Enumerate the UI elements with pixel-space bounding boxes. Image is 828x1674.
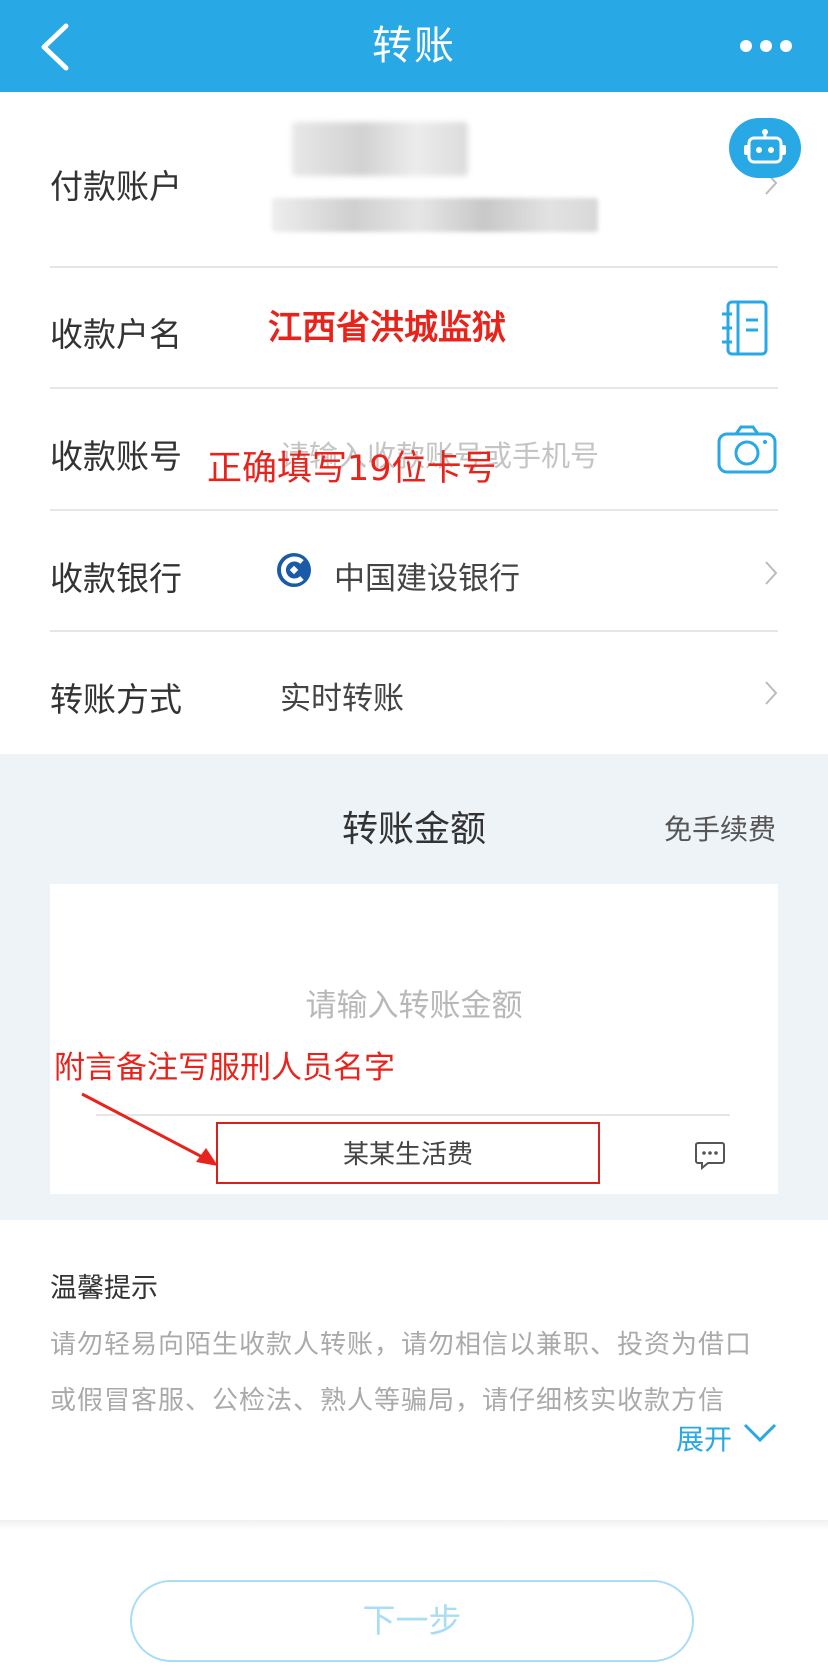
- tips-line-1: 请勿轻易向陌生收款人转账，请勿相信以兼职、投资为借口: [50, 1330, 753, 1360]
- chevron-down-icon[interactable]: [742, 1422, 778, 1444]
- divider: [50, 266, 778, 268]
- blurred-account-name: [292, 122, 468, 176]
- blurred-account-number: [272, 198, 598, 232]
- robot-assistant-icon[interactable]: [729, 118, 801, 178]
- divider: [50, 509, 778, 511]
- transfer-method-value[interactable]: 实时转账: [280, 673, 404, 718]
- chevron-right-icon: [765, 681, 778, 705]
- footer-shadow: [0, 1520, 828, 1530]
- transfer-method-label: 转账方式: [50, 680, 182, 719]
- expand-link[interactable]: 展开: [676, 1418, 732, 1458]
- annotation-arrow: [81, 1092, 218, 1166]
- payee-bank-label: 收款银行: [50, 559, 182, 598]
- chevron-right-icon: [765, 561, 778, 585]
- transfer-method-row[interactable]: 转账方式: [50, 673, 778, 723]
- tips-title: 温馨提示: [50, 1273, 158, 1304]
- page-title: 转账: [372, 23, 456, 69]
- fee-label: 免手续费: [663, 813, 776, 846]
- bank-value[interactable]: 中国建设银行: [334, 553, 520, 598]
- payee-name-label: 收款户名: [50, 315, 182, 354]
- note-input[interactable]: 某某生活费: [216, 1134, 600, 1171]
- amount-input[interactable]: 请输入转账金额: [0, 980, 828, 1025]
- next-step-button[interactable]: 下一步: [130, 1580, 694, 1662]
- annotation-note-hint: 附言备注写服刑人员名字: [54, 1050, 395, 1086]
- more-dots-icon[interactable]: [738, 36, 794, 56]
- payer-account-label: 付款账户: [50, 167, 182, 206]
- annotation-account-hint: 正确填写19位卡号: [207, 449, 497, 489]
- divider: [50, 387, 778, 389]
- camera-icon[interactable]: [716, 424, 778, 476]
- tips-line-2: 或假冒客服、公检法、熟人等骗局，请仔细核实收款方信: [50, 1386, 726, 1416]
- payee-name-value[interactable]: 江西省洪城监狱: [268, 300, 506, 349]
- payee-account-label: 收款账号: [50, 437, 182, 476]
- divider: [50, 630, 778, 632]
- top-bar: 转账: [0, 0, 828, 92]
- contacts-book-icon[interactable]: [720, 298, 772, 358]
- message-icon[interactable]: [694, 1140, 726, 1170]
- ccb-bank-logo-icon: [277, 553, 311, 587]
